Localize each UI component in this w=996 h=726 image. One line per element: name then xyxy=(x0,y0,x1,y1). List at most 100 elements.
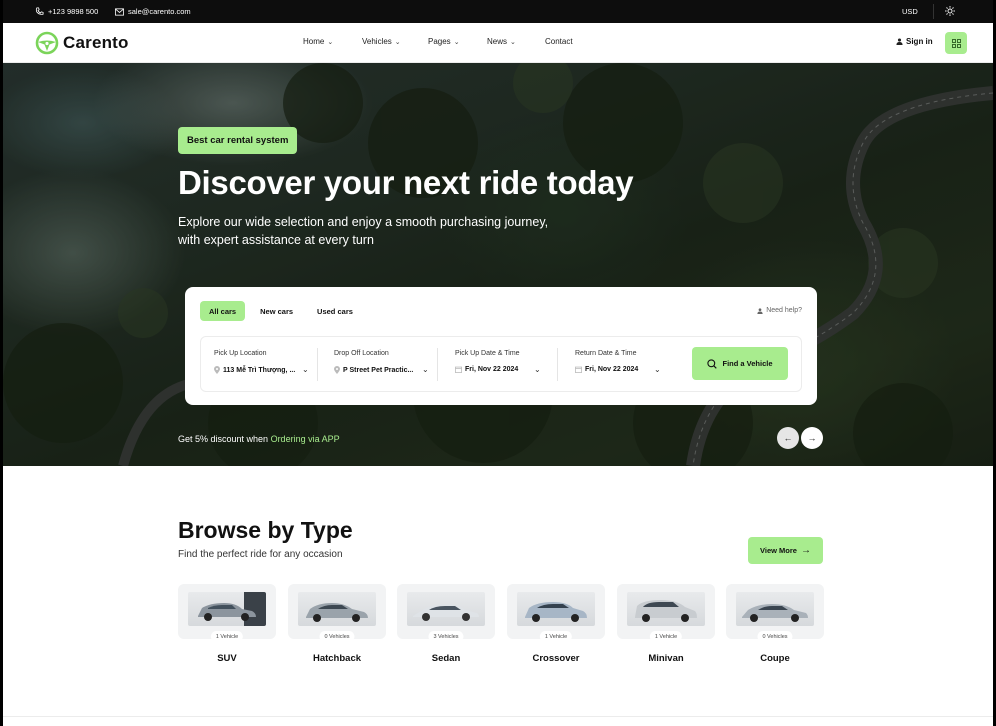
chevron-down-icon: ⌄ xyxy=(422,365,429,374)
sign-in-link[interactable]: Sign in xyxy=(896,37,933,46)
ordering-app-link[interactable]: Ordering via APP xyxy=(271,434,340,444)
nav-pages[interactable]: Pages ⌄ xyxy=(428,37,487,46)
browse-title: Browse by Type xyxy=(178,517,353,543)
vehicle-types-list: 1 Vehicle SUV 0 Vehicles Hatchback 3 Veh… xyxy=(178,584,828,669)
pickup-location-label: Pick Up Location xyxy=(214,350,267,357)
need-help-label: Need help? xyxy=(766,307,802,314)
menu-grid-button[interactable] xyxy=(945,32,967,54)
type-name: Hatchback xyxy=(312,653,362,664)
dropoff-location-field[interactable]: Drop Off Location P Street Pet Practic..… xyxy=(334,337,442,393)
pickup-date-label: Pick Up Date & Time xyxy=(455,350,520,357)
brand-name: Carento xyxy=(63,33,129,52)
browse-subtitle: Find the perfect ride for any occasion xyxy=(178,549,343,560)
calendar-icon xyxy=(455,366,462,373)
main-nav: Home ⌄ Vehicles ⌄ Pages ⌄ News ⌄ Contact xyxy=(303,37,573,46)
pickup-location-value: 113 Mễ Trì Thượng, ... xyxy=(214,366,295,374)
type-card-image-box: 1 Vehicle xyxy=(507,584,605,642)
arrow-right-icon: → xyxy=(807,433,817,443)
type-card-coupe[interactable]: 0 Vehicles Coupe xyxy=(726,584,824,664)
phone-icon xyxy=(35,7,44,15)
email-link[interactable]: sale@carento.com xyxy=(115,7,191,16)
type-card-image-box: 0 Vehicles xyxy=(288,584,386,642)
tab-new-cars[interactable]: New cars xyxy=(251,301,302,321)
tab-all-cars[interactable]: All cars xyxy=(200,301,246,321)
sign-in-label: Sign in xyxy=(906,37,933,46)
section-divider xyxy=(3,716,993,717)
tab-used-cars[interactable]: Used cars xyxy=(308,301,362,321)
sun-icon xyxy=(945,6,955,16)
currency-selector[interactable]: USD xyxy=(902,7,918,16)
user-icon xyxy=(896,38,903,45)
mail-icon xyxy=(115,7,124,16)
nav-home[interactable]: Home ⌄ xyxy=(303,37,362,46)
topbar-divider xyxy=(933,4,934,19)
nav-vehicles[interactable]: Vehicles ⌄ xyxy=(362,37,428,46)
return-date-text: Fri, Nov 22 2024 xyxy=(585,366,639,373)
minivan-car-image xyxy=(627,592,705,626)
pickup-date-field[interactable]: Pick Up Date & Time Fri, Nov 22 2024 ⌄ xyxy=(455,337,555,393)
nav-contact-label: Contact xyxy=(545,37,573,46)
slider-prev-button[interactable]: ← xyxy=(777,427,799,449)
phone-number: +123 9898 500 xyxy=(48,7,99,16)
currency-label: USD xyxy=(902,7,918,16)
field-divider xyxy=(557,337,558,393)
car-type-tabs: All cars New cars Used cars xyxy=(200,301,362,321)
vehicle-count-badge: 0 Vehicles xyxy=(319,631,355,642)
nav-news-label: News xyxy=(487,37,508,46)
type-card-sedan[interactable]: 3 Vehicles Sedan xyxy=(397,584,495,664)
vehicle-count-badge: 3 Vehicles xyxy=(428,631,464,642)
type-card-suv[interactable]: 1 Vehicle SUV xyxy=(178,584,276,664)
pickup-date-value: Fri, Nov 22 2024 xyxy=(455,366,518,373)
dropoff-location-label: Drop Off Location xyxy=(334,350,389,357)
hero-tag: Best car rental system xyxy=(178,127,298,154)
top-bar: +123 9898 500 sale@carento.com USD xyxy=(3,0,993,23)
chevron-down-icon: ⌄ xyxy=(534,365,541,374)
nav-contact[interactable]: Contact xyxy=(545,37,573,46)
nav-pages-label: Pages xyxy=(428,37,451,46)
divider-line xyxy=(557,348,558,381)
return-date-label: Return Date & Time xyxy=(575,350,637,357)
type-name: Coupe xyxy=(760,653,790,664)
discount-text: Get 5% discount when xyxy=(178,434,271,444)
type-card-image-box: 1 Vehicle xyxy=(617,584,715,642)
type-name: SUV xyxy=(217,653,237,664)
page: +123 9898 500 sale@carento.com USD Caren… xyxy=(3,0,993,726)
slider-next-button[interactable]: → xyxy=(801,427,823,449)
calendar-icon xyxy=(575,366,582,373)
type-card-image-box: 1 Vehicle xyxy=(178,584,276,642)
theme-toggle[interactable] xyxy=(945,6,955,16)
chevron-down-icon: ⌄ xyxy=(510,38,516,46)
nav-vehicles-label: Vehicles xyxy=(362,37,392,46)
vehicle-count-badge: 1 Vehicle xyxy=(539,631,573,642)
view-more-button[interactable]: View More → xyxy=(748,537,823,564)
type-card-crossover[interactable]: 1 Vehicle Crossover xyxy=(507,584,605,664)
dropoff-location-text: P Street Pet Practic... xyxy=(343,366,414,374)
crossover-car-image xyxy=(517,592,595,626)
coupe-car-image xyxy=(736,592,814,626)
chevron-down-icon: ⌄ xyxy=(654,365,661,374)
nav-news[interactable]: News ⌄ xyxy=(487,37,545,46)
user-icon xyxy=(757,307,763,314)
app-discount-note: Get 5% discount when Ordering via APP xyxy=(178,434,340,444)
brand-logo[interactable]: Carento xyxy=(35,31,129,55)
find-vehicle-button[interactable]: Find a Vehicle xyxy=(692,347,788,380)
vehicle-count-badge: 0 Vehicles xyxy=(757,631,793,642)
pickup-location-field[interactable]: Pick Up Location 113 Mễ Trì Thượng, ... … xyxy=(214,337,322,393)
field-divider xyxy=(317,337,318,393)
chevron-down-icon: ⌄ xyxy=(453,38,460,46)
need-help-link[interactable]: Need help? xyxy=(757,307,802,314)
email-address: sale@carento.com xyxy=(128,7,191,16)
phone-link[interactable]: +123 9898 500 xyxy=(35,7,98,16)
type-name: Minivan xyxy=(648,653,684,664)
sedan-car-image xyxy=(407,592,485,626)
map-pin-icon xyxy=(214,366,220,374)
type-card-hatchback[interactable]: 0 Vehicles Hatchback xyxy=(288,584,386,664)
steering-wheel-icon xyxy=(35,31,59,55)
find-vehicle-label: Find a Vehicle xyxy=(722,359,773,368)
search-fields: Pick Up Location 113 Mễ Trì Thượng, ... … xyxy=(200,336,802,392)
return-date-value: Fri, Nov 22 2024 xyxy=(575,366,638,373)
return-date-field[interactable]: Return Date & Time Fri, Nov 22 2024 ⌄ xyxy=(575,337,675,393)
type-card-minivan[interactable]: 1 Vehicle Minivan xyxy=(617,584,715,664)
main-header: Carento Home ⌄ Vehicles ⌄ Pages ⌄ News ⌄ Con… xyxy=(3,23,993,63)
map-pin-icon xyxy=(334,366,340,374)
